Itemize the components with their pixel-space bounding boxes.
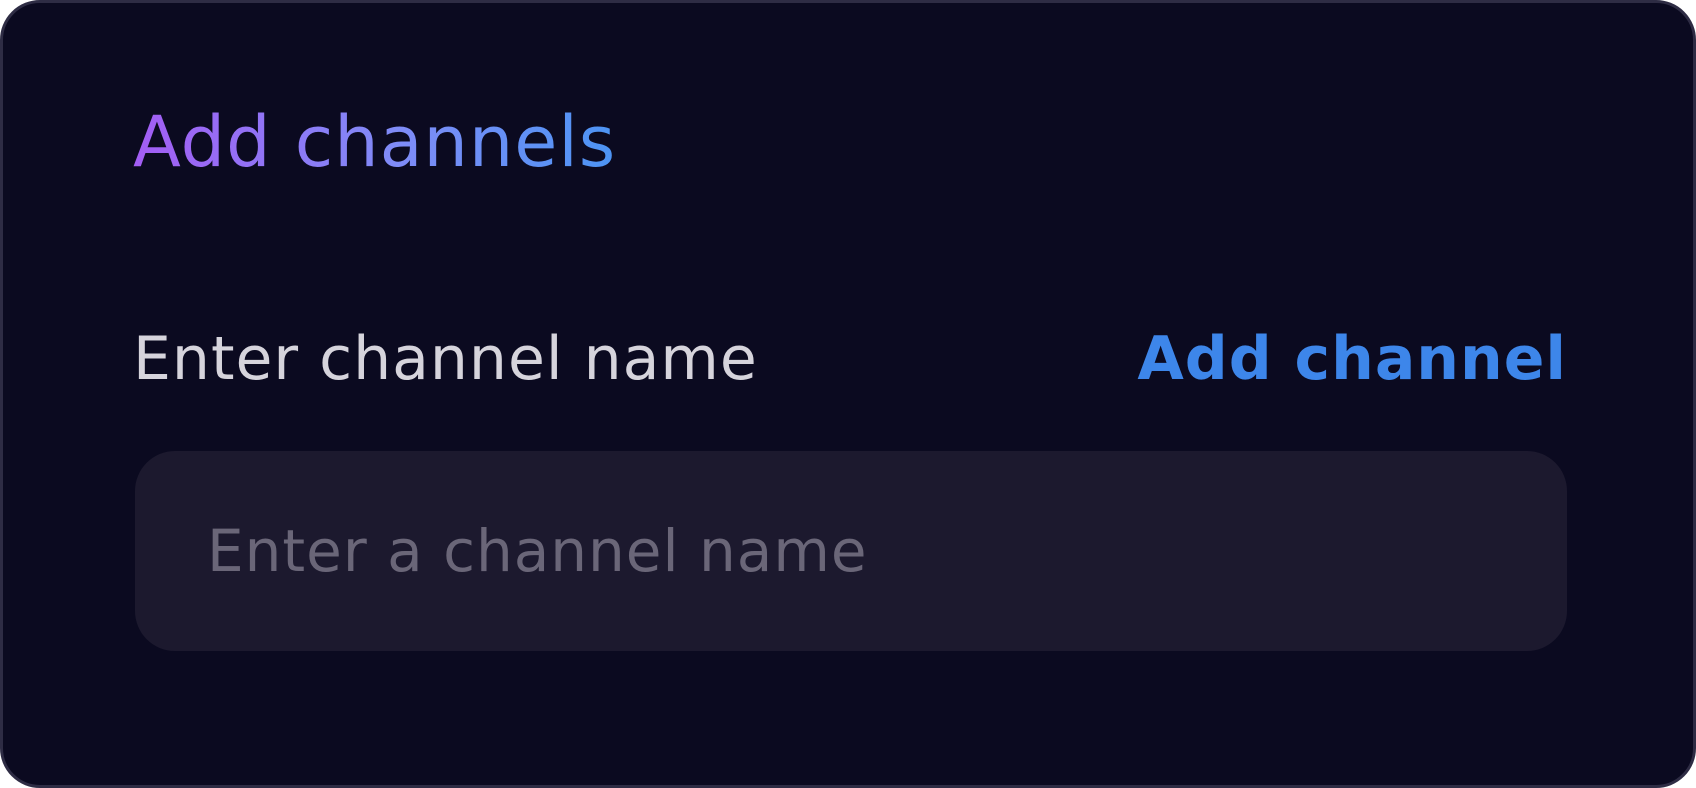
channel-name-input-container [135,451,1567,651]
dialog-title: Add channels [133,101,617,183]
add-channel-button[interactable]: Add channel [1137,329,1567,389]
add-channels-dialog: Add channels Enter channel name Add chan… [0,0,1696,788]
channel-name-row: Enter channel name Add channel [133,321,1567,397]
channel-name-label: Enter channel name [133,324,758,394]
channel-name-input[interactable] [135,451,1567,651]
